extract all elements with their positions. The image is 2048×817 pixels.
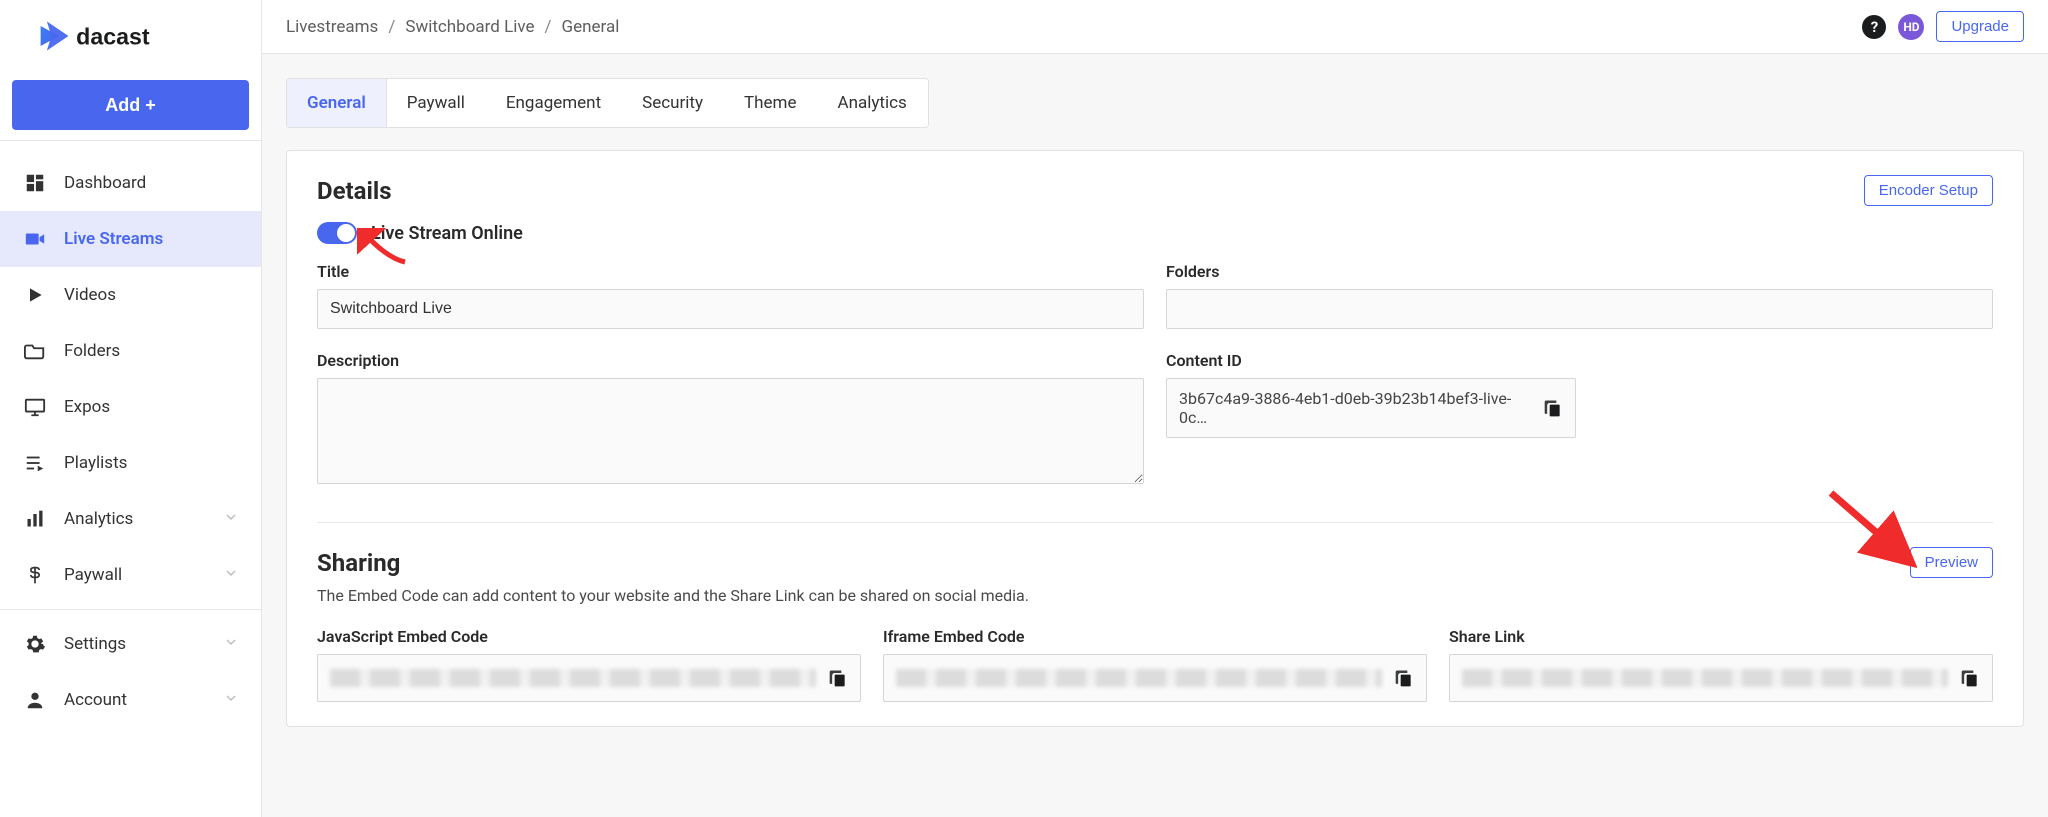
tab-paywall[interactable]: Paywall bbox=[387, 79, 486, 127]
iframe-embed-label: Iframe Embed Code bbox=[883, 627, 1427, 646]
tab-analytics[interactable]: Analytics bbox=[817, 79, 927, 127]
bar-chart-icon bbox=[22, 509, 48, 529]
gear-icon bbox=[22, 633, 48, 655]
sidebar: dacast Add + Dashboard Live Streams Vide… bbox=[0, 0, 262, 817]
dacast-logo-icon: dacast bbox=[36, 16, 206, 56]
sidebar-item-account[interactable]: Account bbox=[0, 672, 261, 728]
sidebar-item-label: Folders bbox=[64, 341, 120, 361]
redacted-content bbox=[330, 669, 816, 687]
sidebar-item-label: Settings bbox=[64, 634, 126, 654]
breadcrumb-current: General bbox=[562, 17, 620, 37]
description-textarea[interactable] bbox=[317, 378, 1144, 484]
folder-icon bbox=[22, 340, 48, 362]
sidebar-item-videos[interactable]: Videos bbox=[0, 267, 261, 323]
tabs: General Paywall Engagement Security Them… bbox=[286, 78, 929, 128]
playlist-icon bbox=[22, 452, 48, 474]
share-link-label: Share Link bbox=[1449, 627, 1993, 646]
toggle-knob bbox=[337, 224, 355, 242]
details-title: Details bbox=[317, 177, 392, 205]
sidebar-item-label: Dashboard bbox=[64, 173, 146, 193]
person-icon bbox=[22, 689, 48, 711]
tab-engagement[interactable]: Engagement bbox=[486, 79, 622, 127]
sidebar-item-analytics[interactable]: Analytics bbox=[0, 491, 261, 547]
details-panel: Details Encoder Setup Live Stream Online… bbox=[286, 150, 2024, 727]
content-id-label: Content ID bbox=[1166, 351, 1993, 370]
tab-general[interactable]: General bbox=[287, 79, 387, 127]
chevron-down-icon bbox=[223, 509, 239, 530]
sidebar-item-label: Expos bbox=[64, 397, 110, 417]
description-label: Description bbox=[317, 351, 1144, 370]
sidebar-item-label: Paywall bbox=[64, 565, 122, 585]
play-icon bbox=[22, 285, 48, 305]
copy-icon[interactable] bbox=[1960, 668, 1980, 688]
encoder-setup-button[interactable]: Encoder Setup bbox=[1864, 175, 1993, 206]
redacted-content bbox=[1462, 669, 1948, 687]
sharing-title: Sharing bbox=[317, 549, 400, 577]
tab-security[interactable]: Security bbox=[622, 79, 724, 127]
sidebar-item-playlists[interactable]: Playlists bbox=[0, 435, 261, 491]
sidebar-item-live-streams[interactable]: Live Streams bbox=[0, 211, 261, 267]
sidebar-item-label: Playlists bbox=[64, 453, 127, 473]
dashboard-icon bbox=[22, 172, 48, 194]
monitor-icon bbox=[22, 396, 48, 418]
topbar: Livestreams / Switchboard Live / General… bbox=[262, 0, 2048, 54]
section-divider bbox=[317, 522, 1993, 523]
avatar[interactable]: HD bbox=[1898, 14, 1924, 40]
content-id-box: 3b67c4a9-3886-4eb1-d0eb-39b23b14bef3-liv… bbox=[1166, 378, 1576, 438]
sidebar-item-label: Analytics bbox=[64, 509, 133, 529]
sidebar-item-label: Videos bbox=[64, 285, 116, 305]
chevron-down-icon bbox=[223, 690, 239, 711]
brand-logo[interactable]: dacast bbox=[0, 0, 261, 72]
live-stream-online-toggle[interactable] bbox=[317, 222, 357, 244]
js-embed-label: JavaScript Embed Code bbox=[317, 627, 861, 646]
folders-label: Folders bbox=[1166, 262, 1993, 281]
svg-text:dacast: dacast bbox=[76, 24, 150, 50]
toggle-label: Live Stream Online bbox=[371, 223, 523, 244]
upgrade-button[interactable]: Upgrade bbox=[1936, 11, 2024, 42]
sidebar-item-label: Live Streams bbox=[64, 229, 163, 249]
video-camera-icon bbox=[22, 228, 48, 250]
breadcrumb-livestreams[interactable]: Livestreams bbox=[286, 17, 378, 37]
sharing-description: The Embed Code can add content to your w… bbox=[317, 586, 1993, 605]
chevron-down-icon bbox=[223, 634, 239, 655]
iframe-embed-box bbox=[883, 654, 1427, 702]
breadcrumb-separator: / bbox=[388, 17, 395, 37]
share-link-box bbox=[1449, 654, 1993, 702]
main-content: General Paywall Engagement Security Them… bbox=[262, 54, 2048, 817]
preview-button[interactable]: Preview bbox=[1910, 547, 1993, 578]
add-button[interactable]: Add + bbox=[12, 80, 249, 130]
chevron-down-icon bbox=[223, 565, 239, 586]
sidebar-item-paywall[interactable]: Paywall bbox=[0, 547, 261, 603]
annotation-arrow-icon bbox=[1827, 489, 1917, 569]
sidebar-item-dashboard[interactable]: Dashboard bbox=[0, 155, 261, 211]
help-icon[interactable]: ? bbox=[1862, 15, 1886, 39]
breadcrumb: Livestreams / Switchboard Live / General bbox=[286, 17, 619, 37]
dollar-icon bbox=[22, 565, 48, 585]
sidebar-item-expos[interactable]: Expos bbox=[0, 379, 261, 435]
breadcrumb-switchboard[interactable]: Switchboard Live bbox=[405, 17, 534, 37]
nav-divider bbox=[0, 609, 261, 610]
breadcrumb-separator: / bbox=[545, 17, 552, 37]
title-input[interactable] bbox=[317, 289, 1144, 329]
copy-icon[interactable] bbox=[1394, 668, 1414, 688]
sidebar-item-folders[interactable]: Folders bbox=[0, 323, 261, 379]
copy-icon[interactable] bbox=[828, 668, 848, 688]
redacted-content bbox=[896, 669, 1382, 687]
title-label: Title bbox=[317, 262, 1144, 281]
sidebar-item-settings[interactable]: Settings bbox=[0, 616, 261, 672]
copy-icon[interactable] bbox=[1543, 398, 1563, 418]
folders-input[interactable] bbox=[1166, 289, 1993, 329]
tab-theme[interactable]: Theme bbox=[724, 79, 817, 127]
sidebar-item-label: Account bbox=[64, 690, 127, 710]
js-embed-box bbox=[317, 654, 861, 702]
content-id-value: 3b67c4a9-3886-4eb1-d0eb-39b23b14bef3-liv… bbox=[1179, 389, 1535, 427]
